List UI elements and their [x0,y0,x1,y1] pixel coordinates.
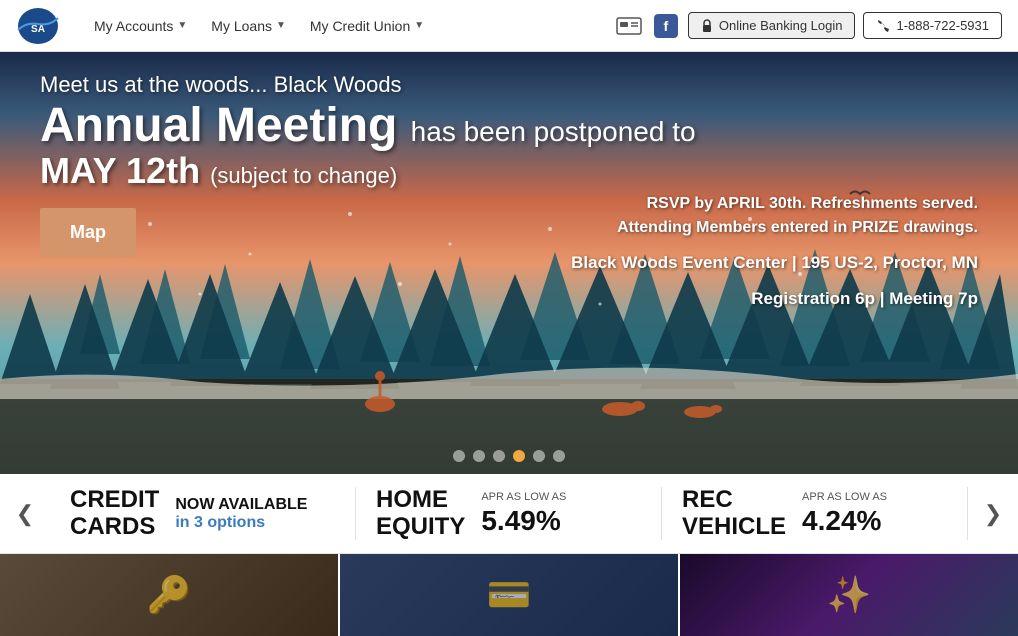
promo-credit-cards-detail: NOW AVAILABLE in 3 options [175,496,307,532]
header-icons: f [614,14,678,38]
bottom-image-3[interactable] [680,554,1018,636]
phone-button[interactable]: 1-888-722-5931 [863,12,1002,39]
hero-line1: Meet us at the woods... Black Woods [40,72,978,98]
logo-icon: SA [16,6,60,46]
logo[interactable]: SA [16,6,64,46]
promo-home-equity-detail: APR AS LOW AS 5.49% [481,491,566,537]
online-banking-button[interactable]: Online Banking Login [688,12,856,39]
promo-rec-vehicle-title: RECVEHICLE [682,487,786,540]
hero-rsvp-info: RSVP by APRIL 30th. Refreshments served.… [571,192,978,311]
promo-home-equity-title: HOMEEQUITY [376,487,465,540]
map-button[interactable]: Map [40,208,136,257]
chevron-down-icon: ▼ [276,20,286,31]
main-nav: My Accounts ▼ My Loans ▼ My Credit Union… [84,12,614,40]
promo-bar: ❮ CREDITCARDS NOW AVAILABLE in 3 options… [0,474,1018,554]
promo-credit-cards-title: CREDITCARDS [70,487,159,540]
phone-icon [876,19,890,33]
facebook-icon[interactable]: f [654,14,678,38]
hero-banner: Meet us at the woods... Black Woods Annu… [0,52,1018,474]
bottom-images-row [0,554,1018,636]
nav-my-loans[interactable]: My Loans ▼ [201,12,296,40]
bottom-image-1[interactable] [0,554,338,636]
atm-icon[interactable] [614,14,644,38]
promo-prev-arrow[interactable]: ❮ [0,501,50,527]
svg-text:SA: SA [31,24,45,35]
carousel-dot-4[interactable] [513,450,525,462]
nav-my-credit-union[interactable]: My Credit Union ▼ [300,12,434,40]
promo-next-arrow[interactable]: ❯ [968,501,1018,527]
header: SA My Accounts ▼ My Loans ▼ My Credit Un… [0,0,1018,52]
hero-line3: MAY 12th (subject to change) [40,150,978,192]
promo-credit-cards[interactable]: CREDITCARDS NOW AVAILABLE in 3 options [50,487,356,540]
chevron-down-icon: ▼ [414,20,424,31]
hero-line2: Annual Meeting has been postponed to [40,102,978,150]
promo-home-equity[interactable]: HOMEEQUITY APR AS LOW AS 5.49% [356,487,662,540]
carousel-dot-6[interactable] [553,450,565,462]
carousel-dot-5[interactable] [533,450,545,462]
carousel-dot-1[interactable] [453,450,465,462]
carousel-dot-2[interactable] [473,450,485,462]
carousel-dot-3[interactable] [493,450,505,462]
nav-my-accounts[interactable]: My Accounts ▼ [84,12,197,40]
chevron-down-icon: ▼ [177,20,187,31]
bottom-image-2[interactable] [340,554,678,636]
promo-rec-vehicle[interactable]: RECVEHICLE APR AS LOW AS 4.24% [662,487,968,540]
promo-rec-vehicle-detail: APR AS LOW AS 4.24% [802,491,887,537]
lock-icon [701,19,713,33]
carousel-dots [453,450,565,462]
